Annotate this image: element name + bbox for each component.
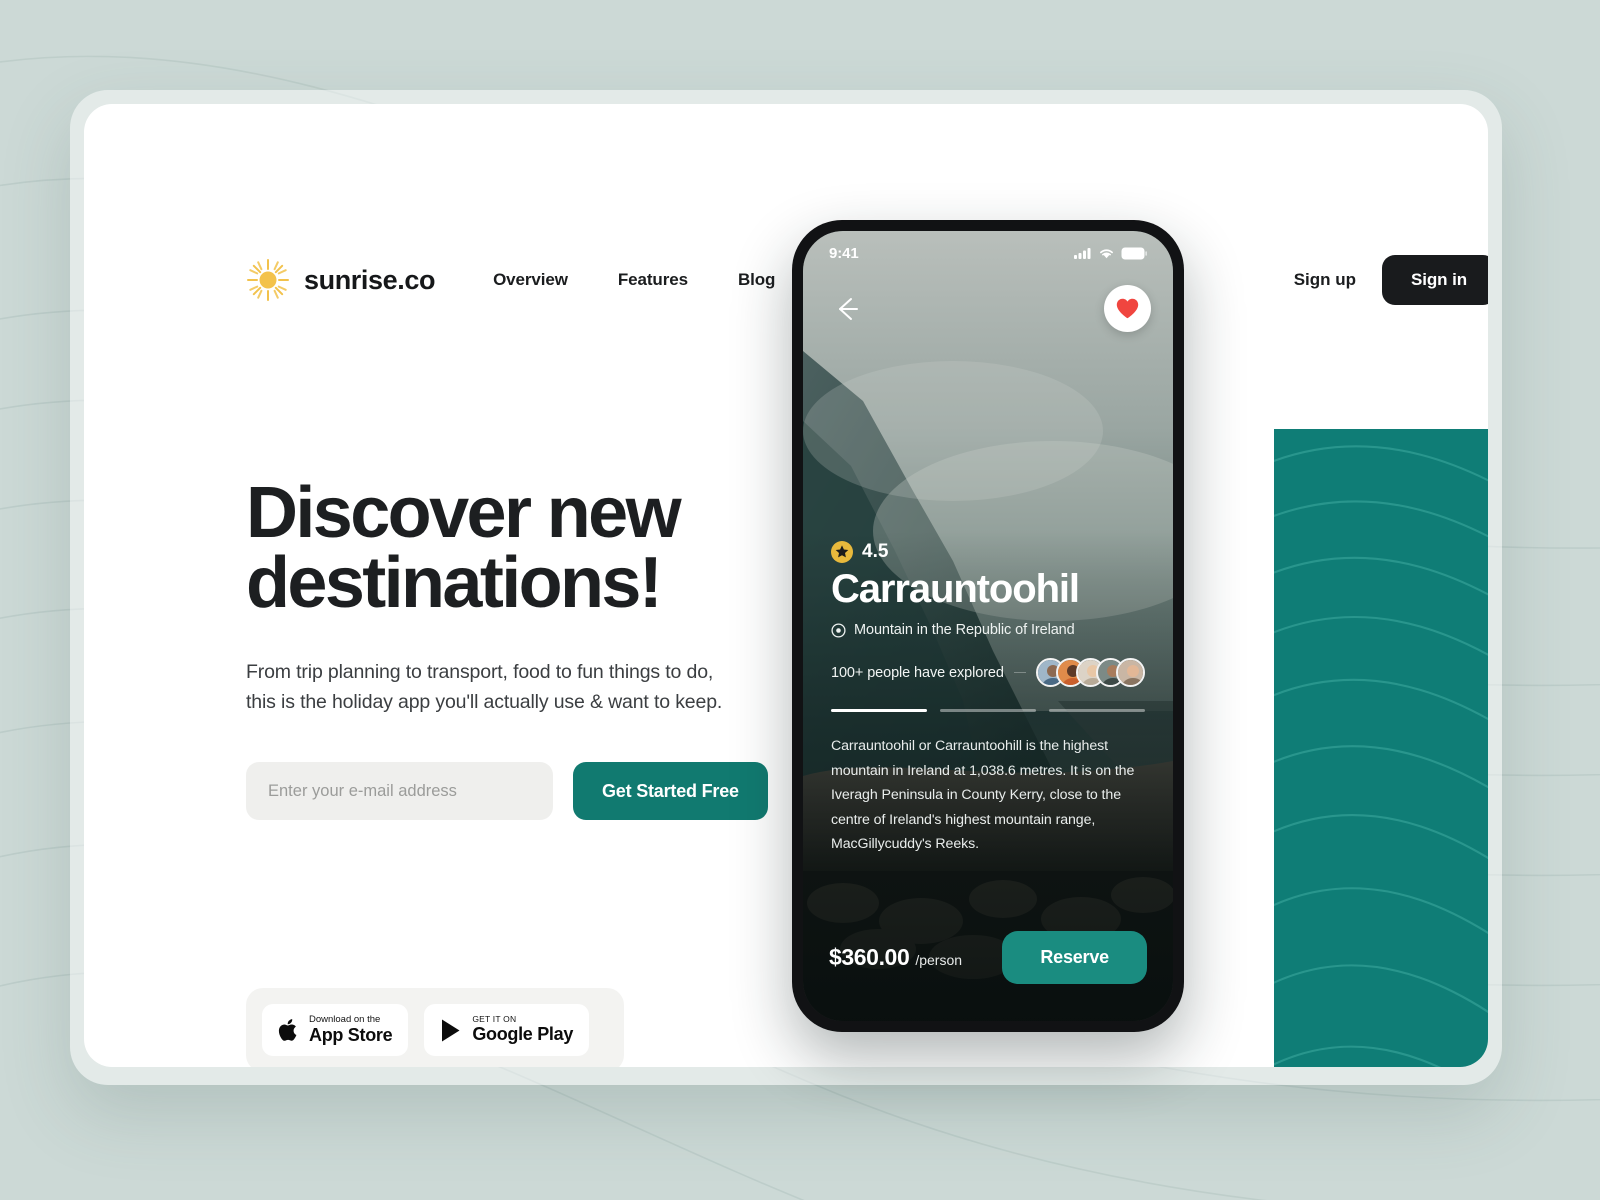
- back-arrow-icon[interactable]: [831, 293, 863, 325]
- nav-links: Overview Features Blog: [493, 270, 775, 290]
- brand-logo[interactable]: sunrise.co: [246, 258, 435, 302]
- hero-subtitle: From trip planning to transport, food to…: [246, 660, 723, 713]
- booking-bar: $360.00 /person Reserve: [803, 913, 1173, 1021]
- card-clip: sunrise.co Overview Features Blog Sign u…: [84, 104, 1488, 1067]
- app-store-badge-small: Download on the: [309, 1013, 381, 1025]
- cellular-signal-icon: [1074, 248, 1091, 259]
- signin-button[interactable]: Sign in: [1382, 255, 1488, 305]
- destination-title: Carrauntoohil: [831, 567, 1080, 611]
- landing-page-card: sunrise.co Overview Features Blog Sign u…: [84, 104, 1488, 1067]
- pagination-bar[interactable]: [940, 709, 1036, 712]
- explorer-avatars[interactable]: [1036, 658, 1145, 687]
- rating-value: 4.5: [862, 541, 889, 562]
- location-row: Mountain in the Republic of Ireland: [831, 622, 1145, 638]
- google-play-badge[interactable]: GET IT ON Google Play: [424, 1004, 590, 1056]
- phone-mockup: 9:41 4.5 Carrauntoohil Mountain in the R…: [792, 220, 1184, 1032]
- nav-link-features[interactable]: Features: [618, 270, 688, 290]
- email-signup-form: Get Started Free: [246, 762, 806, 821]
- rating-row: 4.5: [831, 541, 1145, 563]
- status-time: 9:41: [829, 244, 859, 262]
- google-play-icon: [442, 1019, 460, 1041]
- teal-curve-lines: [1274, 445, 1488, 1067]
- signup-link[interactable]: Sign up: [1294, 270, 1356, 290]
- destination-location: Mountain in the Republic of Ireland: [854, 622, 1075, 638]
- google-play-badge-big: Google Play: [472, 1023, 574, 1044]
- heart-icon: [1116, 298, 1139, 319]
- apple-icon: [278, 1019, 297, 1041]
- app-store-badge[interactable]: Download on the App Store: [262, 1004, 409, 1056]
- explored-divider: [1013, 672, 1026, 673]
- avatar: [1116, 658, 1145, 687]
- get-started-button[interactable]: Get Started Free: [573, 762, 768, 821]
- explored-count-text: 100+ people have explored: [831, 664, 1004, 681]
- app-store-badge-big: App Store: [309, 1024, 393, 1045]
- google-play-badge-text: GET IT ON Google Play: [472, 1014, 574, 1045]
- destination-description: Carrauntoohil or Carrauntoohill is the h…: [831, 738, 1135, 853]
- nav-actions: Sign up Sign in: [1294, 255, 1488, 305]
- pagination-bar[interactable]: [831, 709, 927, 712]
- reserve-button[interactable]: Reserve: [1002, 930, 1147, 984]
- sun-icon: [247, 259, 289, 301]
- store-badges-group: Download on the App Store GET IT ON Goog…: [246, 988, 624, 1067]
- battery-icon: [1121, 247, 1147, 259]
- pagination-indicator[interactable]: [831, 709, 1145, 712]
- brand-name: sunrise.co: [304, 264, 436, 295]
- nav-link-overview[interactable]: Overview: [493, 270, 568, 290]
- status-bar: 9:41: [803, 231, 1173, 275]
- wifi-icon: [1100, 249, 1113, 259]
- page-title: Discover new destinations!: [246, 473, 682, 623]
- email-field[interactable]: [246, 762, 553, 821]
- phone-screen: 9:41 4.5 Carrauntoohil Mountain in the R…: [803, 231, 1173, 1021]
- price-amount: $360.00: [829, 943, 910, 970]
- hero-section: Discover new destinations! From trip pla…: [246, 473, 806, 821]
- pagination-bar[interactable]: [1049, 709, 1145, 712]
- status-icons: [1074, 247, 1147, 260]
- price-unit: /person: [915, 951, 963, 968]
- favorite-button[interactable]: [1104, 285, 1151, 332]
- star-icon: [831, 541, 853, 563]
- explored-row: 100+ people have explored: [831, 658, 1145, 687]
- teal-decorative-panel: [1274, 429, 1488, 1067]
- destination-info: 4.5 Carrauntoohil Mountain in the Republ…: [803, 541, 1173, 857]
- location-pin-icon: [831, 622, 846, 638]
- nav-link-blog[interactable]: Blog: [738, 270, 775, 290]
- app-store-badge-text: Download on the App Store: [309, 1013, 393, 1046]
- price-block: $360.00 /person: [829, 944, 962, 971]
